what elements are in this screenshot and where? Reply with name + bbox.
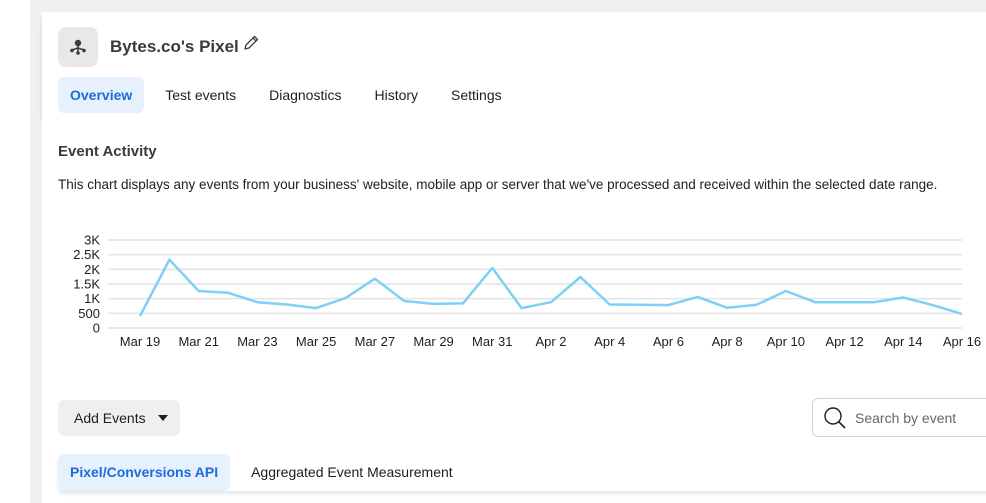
tab-history[interactable]: History <box>362 77 430 113</box>
y-tick-label: 1K <box>84 291 100 306</box>
x-tick-label: Mar 25 <box>296 334 336 349</box>
tab-settings[interactable]: Settings <box>439 77 514 113</box>
pixel-title: Bytes.co's Pixel <box>110 37 239 56</box>
pixel-tabs: Overview Test events Diagnostics History… <box>58 77 523 113</box>
y-tick-label: 2.5K <box>73 247 100 262</box>
x-tick-label: Apr 8 <box>712 334 743 349</box>
search-box <box>812 398 986 437</box>
x-tick-label: Mar 21 <box>178 334 218 349</box>
y-tick-label: 2K <box>84 262 100 277</box>
x-tick-label: Mar 19 <box>120 334 160 349</box>
x-tick-label: Apr 16 <box>943 334 981 349</box>
pixel-network-icon <box>58 27 98 67</box>
search-input[interactable] <box>855 409 985 426</box>
x-tick-label: Mar 23 <box>237 334 277 349</box>
add-events-label: Add Events <box>74 410 146 426</box>
overview-content: Event Activity This chart displays any e… <box>42 118 986 503</box>
event-activity-chart: 05001K1.5K2K2.5K3K Mar 19 Mar 21 Mar 23 Mar … <box>73 233 981 350</box>
page-background-top <box>30 0 986 12</box>
event-activity-title: Event Activity <box>58 143 157 160</box>
series-line-events <box>138 258 963 317</box>
y-tick-label: 1.5K <box>73 277 100 292</box>
search-icon <box>824 406 846 429</box>
page-background-left <box>30 0 42 503</box>
y-tick-label: 500 <box>78 306 100 321</box>
pixel-header-card: Bytes.co's Pixel Overview Test events Di… <box>42 12 986 118</box>
event-subtabs: Pixel/Conversions API Aggregated Event M… <box>58 454 986 491</box>
x-tick-label: Mar 29 <box>413 334 453 349</box>
x-tick-label: Apr 14 <box>884 334 922 349</box>
x-tick-label: Apr 6 <box>653 334 684 349</box>
x-tick-label: Apr 12 <box>825 334 863 349</box>
y-tick-label: 3K <box>84 233 100 248</box>
x-tick-label: Mar 31 <box>472 334 512 349</box>
x-tick-label: Apr 2 <box>535 334 566 349</box>
y-tick-label: 0 <box>93 321 100 336</box>
x-tick-label: Apr 10 <box>767 334 805 349</box>
tab-test-events[interactable]: Test events <box>153 77 248 113</box>
x-tick-label: Mar 27 <box>355 334 395 349</box>
caret-down-icon <box>157 415 168 421</box>
pencil-icon[interactable] <box>242 34 260 52</box>
tab-diagnostics[interactable]: Diagnostics <box>257 77 353 113</box>
event-activity-description: This chart displays any events from your… <box>58 177 938 192</box>
subtab-pixel-conversions-api[interactable]: Pixel/Conversions API <box>58 454 231 491</box>
subtab-aggregated-event-measurement[interactable]: Aggregated Event Measurement <box>239 454 465 491</box>
tab-overview[interactable]: Overview <box>58 77 145 113</box>
add-events-button[interactable]: Add Events <box>58 400 180 436</box>
x-tick-label: Apr 4 <box>594 334 625 349</box>
